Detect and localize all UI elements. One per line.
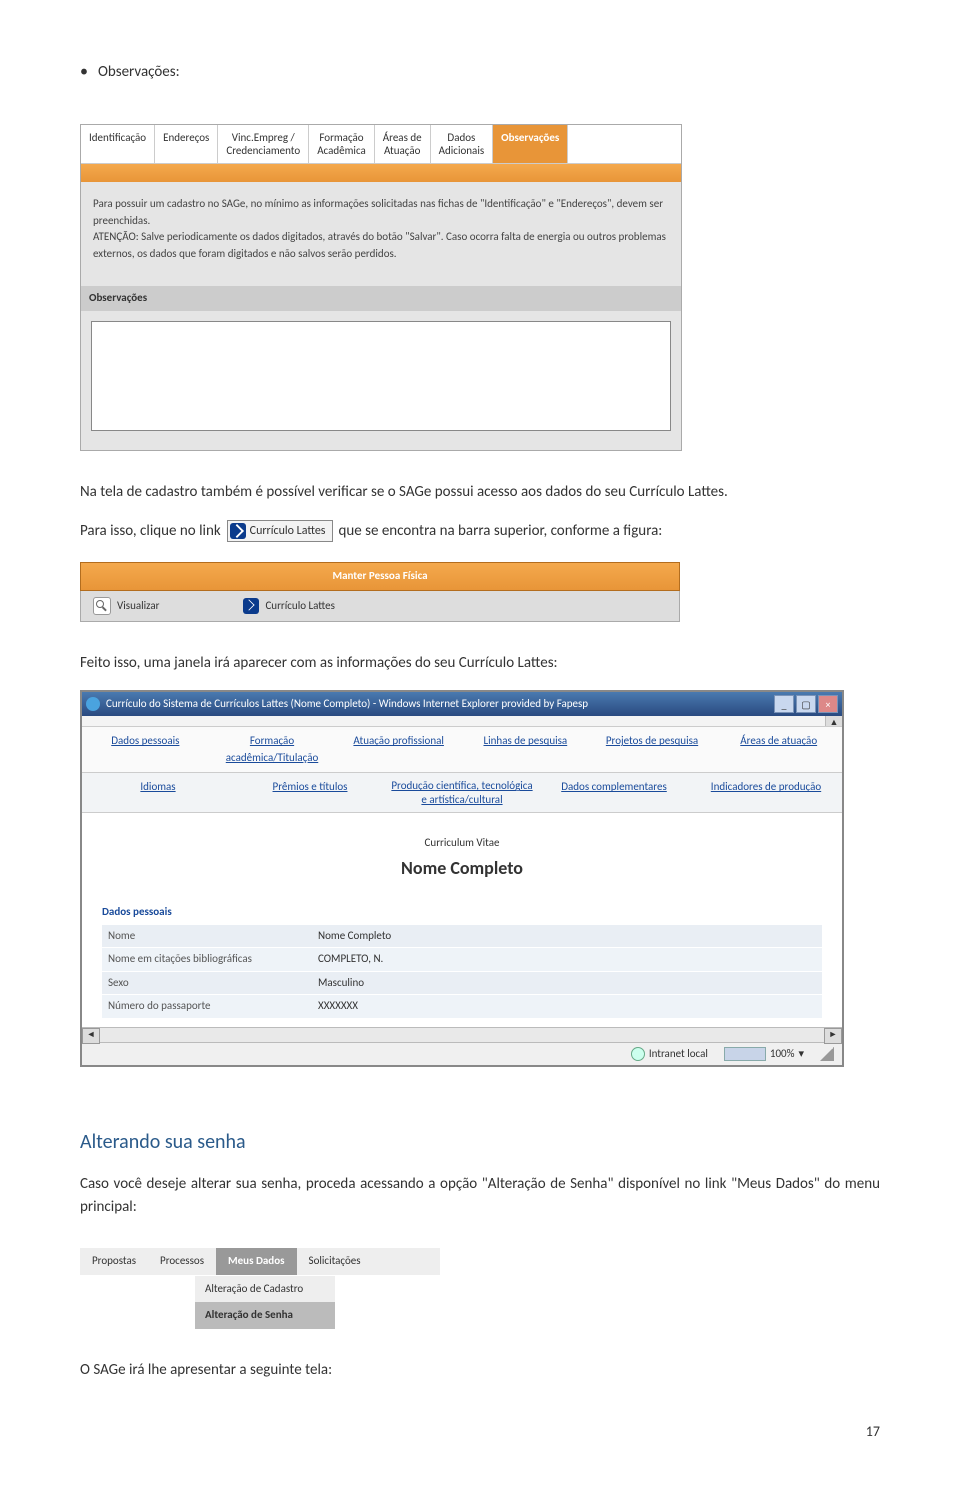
- close-button[interactable]: ×: [818, 695, 838, 713]
- dropdown-meus-dados: Alteração de Cadastro Alteração de Senha: [195, 1275, 335, 1329]
- screenshot-ie-lattes: Currículo do Sistema de Currículos Latte…: [80, 690, 844, 1067]
- cv-row-nome: NomeNome Completo: [102, 925, 822, 948]
- menu-solicitacoes[interactable]: Solicitações: [297, 1248, 373, 1275]
- lattes-nav-row-1: Dados pessoais Formação acadêmica/Titula…: [82, 727, 842, 773]
- nav-dados-pessoais[interactable]: Dados pessoais: [82, 727, 209, 772]
- tab-dados-adicionais[interactable]: Dados Adicionais: [431, 125, 494, 163]
- curriculo-lattes-link[interactable]: Currículo Lattes: [231, 591, 347, 621]
- cv-row-citacoes: Nome em citações bibliográficasCOMPLETO,…: [102, 948, 822, 971]
- bullet-dot: •: [80, 60, 88, 84]
- tab-areas[interactable]: Áreas de Atuação: [375, 125, 431, 163]
- tab-vinc-empreg[interactable]: Vinc.Empreg / Credenciamento: [218, 125, 309, 163]
- visualizar-link[interactable]: Visualizar: [81, 591, 171, 621]
- security-zone: Intranet local: [631, 1046, 708, 1063]
- globe-icon: [631, 1047, 645, 1061]
- para2-post: que se encontra na barra superior, confo…: [339, 520, 663, 543]
- paragraph-4: Caso você deseje alterar sua senha, proc…: [80, 1173, 880, 1218]
- nav-idiomas[interactable]: Idiomas: [82, 773, 234, 811]
- cv-name: Nome Completo: [102, 855, 822, 882]
- menu-meus-dados[interactable]: Meus Dados: [216, 1248, 297, 1275]
- dropdown-alteracao-cadastro[interactable]: Alteração de Cadastro: [195, 1276, 335, 1303]
- section-header-observacoes: Observações: [81, 286, 681, 311]
- paragraph-2: Para isso, clique no link Currículo Latt…: [80, 520, 880, 543]
- nav-areas[interactable]: Áreas de atuação: [715, 727, 842, 772]
- resize-grip-icon[interactable]: [820, 1047, 834, 1061]
- paragraph-3: Feito isso, uma janela irá aparecer com …: [80, 652, 880, 675]
- cv-title: Curriculum Vitae: [102, 835, 822, 852]
- search-icon: [93, 597, 111, 615]
- cv-row-passaporte: Número do passaporteXXXXXXX: [102, 995, 822, 1018]
- form-info-text: Para possuir um cadastro no SAGe, no mín…: [81, 182, 681, 276]
- lattes-label-2: Currículo Lattes: [265, 598, 335, 615]
- dropdown-alteracao-senha[interactable]: Alteração de Senha: [195, 1302, 335, 1329]
- lattes-icon: [230, 523, 246, 539]
- observacoes-textarea[interactable]: [91, 321, 671, 431]
- lattes-label: Currículo Lattes: [250, 522, 326, 540]
- bullet-label: Observações:: [98, 61, 180, 84]
- zoom-slider[interactable]: [724, 1047, 766, 1061]
- window-title-text: Currículo do Sistema de Currículos Latte…: [106, 696, 588, 713]
- cv-row-sexo: SexoMasculino: [102, 972, 822, 995]
- nav-premios[interactable]: Prêmios e títulos: [234, 773, 386, 811]
- screenshot-manter-pessoa: Manter Pessoa Física Visualizar Currícul…: [80, 562, 680, 622]
- page-number: 17: [80, 1421, 880, 1442]
- lattes-nav-row-2: Idiomas Prêmios e títulos Produção cient…: [82, 773, 842, 812]
- paragraph-5: O SAGe irá lhe apresentar a seguinte tel…: [80, 1359, 880, 1382]
- horizontal-scrollbar[interactable]: ◄ ►: [82, 1027, 842, 1042]
- orange-bar: [81, 164, 681, 182]
- nav-atuacao[interactable]: Atuação profissional: [335, 727, 462, 772]
- tab-formacao[interactable]: Formação Acadêmica: [309, 125, 375, 163]
- nav-formacao[interactable]: Formação acadêmica/Titulação: [209, 727, 336, 772]
- paragraph-1: Na tela de cadastro também é possível ve…: [80, 481, 880, 504]
- manter-pessoa-header: Manter Pessoa Física: [80, 562, 680, 591]
- tab-observacoes[interactable]: Observações: [493, 125, 568, 163]
- para2-pre: Para isso, clique no link: [80, 520, 221, 543]
- maximize-button[interactable]: ▢: [796, 695, 816, 713]
- window-titlebar: Currículo do Sistema de Currículos Latte…: [82, 692, 842, 716]
- scroll-left-icon[interactable]: ◄: [82, 1028, 100, 1044]
- heading-alterando-senha: Alterando sua senha: [80, 1127, 880, 1157]
- nav-producao[interactable]: Produção científica, tecnológica e artís…: [386, 773, 538, 811]
- tab-identificacao[interactable]: Identificação: [81, 125, 155, 163]
- nav-projetos[interactable]: Projetos de pesquisa: [589, 727, 716, 772]
- curriculo-lattes-link-button[interactable]: Currículo Lattes: [227, 520, 333, 542]
- nav-indicadores[interactable]: Indicadores de produção: [690, 773, 842, 811]
- status-bar: Intranet local 100% ▾: [82, 1042, 842, 1066]
- chevron-down-icon[interactable]: ▾: [798, 1046, 804, 1063]
- scroll-right-icon[interactable]: ►: [824, 1028, 842, 1044]
- nav-linhas[interactable]: Linhas de pesquisa: [462, 727, 589, 772]
- main-menu-bar: Propostas Processos Meus Dados Solicitaç…: [80, 1248, 440, 1275]
- tabs-row: Identificação Endereços Vinc.Empreg / Cr…: [81, 125, 681, 164]
- info-line-1: Para possuir um cadastro no SAGe, no mín…: [93, 196, 669, 229]
- visualizar-label: Visualizar: [117, 598, 159, 615]
- scroll-up-icon[interactable]: ▲: [825, 716, 842, 726]
- menu-processos[interactable]: Processos: [148, 1248, 216, 1275]
- zoom-value: 100%: [770, 1046, 795, 1063]
- lattes-icon: [243, 598, 259, 614]
- zoom-control[interactable]: 100% ▾: [724, 1046, 804, 1063]
- bullet-observacoes: • Observações:: [80, 60, 880, 84]
- screenshot-tabs-form: Identificação Endereços Vinc.Empreg / Cr…: [80, 124, 682, 451]
- screenshot-menu-dropdown: Propostas Processos Meus Dados Solicitaç…: [80, 1248, 440, 1329]
- minimize-button[interactable]: _: [774, 695, 794, 713]
- menu-propostas[interactable]: Propostas: [80, 1248, 148, 1275]
- ie-icon: [86, 697, 100, 711]
- info-line-2: ATENÇÃO: Salve periodicamente os dados d…: [93, 229, 669, 262]
- tab-enderecos[interactable]: Endereços: [155, 125, 218, 163]
- cv-section-dados-pessoais: Dados pessoais: [102, 904, 822, 921]
- nav-complementares[interactable]: Dados complementares: [538, 773, 690, 811]
